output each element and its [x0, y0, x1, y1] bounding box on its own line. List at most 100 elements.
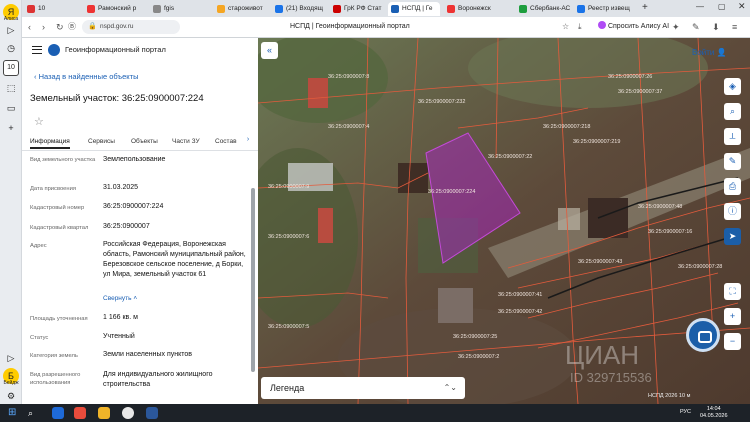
ask-alice-button[interactable]: Спросить Алису AI [598, 20, 669, 34]
collapse-panel-button[interactable]: « [261, 42, 278, 59]
map-view[interactable]: 36:25:0900007:8 36:25:0900007:4 36:25:0900… [258, 38, 750, 404]
language-indicator[interactable]: РУС [680, 409, 691, 415]
outlook-icon[interactable] [52, 407, 64, 419]
legend-label: Легенда [270, 383, 305, 393]
forward-icon[interactable]: › [42, 21, 45, 33]
favorite-star-icon[interactable]: ☆ [34, 115, 44, 128]
tab-title: Реестр извещ [588, 5, 630, 12]
parcel-label: 36:25:0900007:43 [578, 259, 622, 265]
tab-composition[interactable]: Состав [215, 138, 237, 145]
download-manager-icon[interactable]: ⬇ [712, 21, 720, 33]
nspd-logo-icon [48, 44, 60, 56]
play-icon[interactable]: ▷ [3, 22, 19, 38]
extension-icon[interactable]: ✦ [672, 21, 680, 33]
new-tab-icon[interactable]: + [642, 2, 648, 13]
system-clock[interactable]: 14:04 04.05.2026 [700, 406, 728, 420]
legend-dropdown[interactable]: Легенда ⌃⌄ [261, 377, 465, 399]
draw-icon[interactable]: ✎ [724, 153, 741, 170]
address-bar: ‹ › ↻ Ⓑ 🔒 nspd.gov.ru НСПД | Геоинформац… [22, 17, 750, 38]
object-title: Земельный участок: 36:25:0900007:224 [30, 93, 204, 104]
messages-icon[interactable]: ▭ [3, 100, 19, 116]
url-field[interactable]: 🔒 nspd.gov.ru [82, 20, 180, 34]
panel-scrollbar[interactable] [251, 188, 255, 372]
browser-tab-bar: 10 Рамонский р fgis староживот (21) Вход… [22, 0, 750, 17]
reader-icon[interactable]: ✎ [692, 21, 700, 33]
ruler-icon[interactable]: ⟂ [724, 128, 741, 145]
field-label: Категория земель [30, 353, 78, 359]
watermark-text: ЦИАН [565, 340, 640, 370]
back-icon[interactable]: ‹ [28, 21, 31, 33]
tab-favicon [333, 5, 341, 13]
tab-nspd[interactable]: НСПД | Ге [388, 2, 440, 16]
print-icon[interactable]: ⎙ [724, 178, 741, 195]
fullscreen-icon[interactable]: ⛶ [724, 283, 741, 300]
close-window-icon[interactable]: ✕ [738, 1, 746, 12]
info-icon[interactable]: ⓘ [724, 203, 741, 220]
add-icon[interactable]: + [3, 120, 19, 136]
tab-services[interactable]: Сервисы [88, 138, 115, 145]
tab-grk-rf[interactable]: ГрК РФ Стат [330, 2, 386, 16]
yandex-browser-taskbar-icon[interactable] [122, 407, 134, 419]
tab-land-parts[interactable]: Части ЗУ [172, 138, 200, 145]
field-value: Землепользование [103, 156, 166, 163]
layers-icon[interactable]: ◈ [724, 78, 741, 95]
zoom-out-button[interactable]: − [724, 333, 741, 350]
tab-fgis[interactable]: fgis [150, 2, 212, 16]
tab-starozhivot[interactable]: староживот [214, 2, 270, 16]
settings-icon[interactable]: ⚙ [3, 388, 19, 404]
more-icon[interactable]: ≡ [732, 21, 737, 33]
clock-icon[interactable]: ◷ [3, 40, 19, 56]
parcel-label: 36:25:0900007:4 [328, 124, 369, 130]
user-icon: 👤 [716, 48, 727, 57]
back-to-results-link[interactable]: ‹ Назад в найденные объекты [34, 72, 138, 81]
collapse-address-button[interactable]: Свернуть ˄ [103, 295, 137, 302]
object-tabs: Информация Сервисы Объекты Части ЗУ Сост… [22, 136, 258, 151]
chat-support-button[interactable] [686, 318, 720, 352]
navigator-icon[interactable]: ➤ [724, 228, 741, 245]
tab-title: 10 [38, 5, 46, 12]
search-icon[interactable]: ⌕ [28, 407, 40, 419]
tabs-scroll-right-icon[interactable]: › [242, 136, 254, 150]
tab-favicon [447, 5, 455, 13]
tab-sberbank[interactable]: Сбербанк-АС [516, 2, 572, 16]
tab-favicon [275, 5, 283, 13]
windows-start-icon[interactable]: ⊞ [8, 407, 20, 419]
portal-name: Геоинформационный портал [65, 45, 166, 54]
expand-icon: ⌃⌄ [443, 383, 457, 392]
download-icon[interactable]: ⤓ [578, 21, 582, 33]
tab-counter-icon[interactable]: 10 [3, 60, 19, 76]
search-map-icon[interactable]: ⌕ [724, 103, 741, 120]
media-icon[interactable] [74, 407, 86, 419]
bookmark-icon[interactable]: ☆ [562, 21, 569, 33]
maximize-icon[interactable]: ▢ [718, 2, 726, 11]
login-button[interactable]: Войти 👤 [692, 48, 727, 57]
tab-information[interactable]: Информация [30, 138, 70, 149]
zoom-in-button[interactable]: + [724, 308, 741, 325]
shopping-icon[interactable]: ⬚ [3, 80, 19, 96]
parcel-label: 36:25:0900007:37 [618, 89, 662, 95]
minimize-icon[interactable]: — [696, 2, 704, 11]
tab-ramonsky[interactable]: Рамонский р [84, 2, 148, 16]
tab-reestr[interactable]: Реестр извещ [574, 2, 638, 16]
parcel-label: 36:25:0900007:25 [453, 334, 497, 340]
back-link-label: Назад в найденные объекты [38, 72, 139, 81]
tab-inbox[interactable]: (21) Входящ [272, 2, 328, 16]
explorer-icon[interactable] [98, 407, 110, 419]
scale-text: 10 м [678, 393, 691, 399]
info-panel: Геоинформационный портал ‹ Назад в найде… [22, 38, 258, 404]
word-icon[interactable] [146, 407, 158, 419]
field-value: Для индивидуального жилищного строительс… [103, 371, 213, 388]
field-value: 1 166 кв. м [103, 314, 138, 321]
tab-voronezh[interactable]: Воронежск [444, 2, 514, 16]
field-label: Вид разрешенного использования [30, 372, 81, 386]
alice-icon [598, 21, 606, 29]
tab-group-counter[interactable]: 10 [24, 2, 62, 16]
tab-objects[interactable]: Объекты [131, 138, 158, 145]
field-value: 36:25:0900007:224 [103, 203, 164, 210]
parcel-label: 36:25:0900007:42 [498, 309, 542, 315]
play-circle-icon[interactable]: ▷ [3, 350, 19, 366]
yandex-browser-icon[interactable]: Ⓑ [68, 21, 76, 33]
menu-icon[interactable] [32, 46, 42, 54]
tab-title: Сбербанк-АС [530, 5, 571, 12]
reload-icon[interactable]: ↻ [56, 21, 64, 33]
